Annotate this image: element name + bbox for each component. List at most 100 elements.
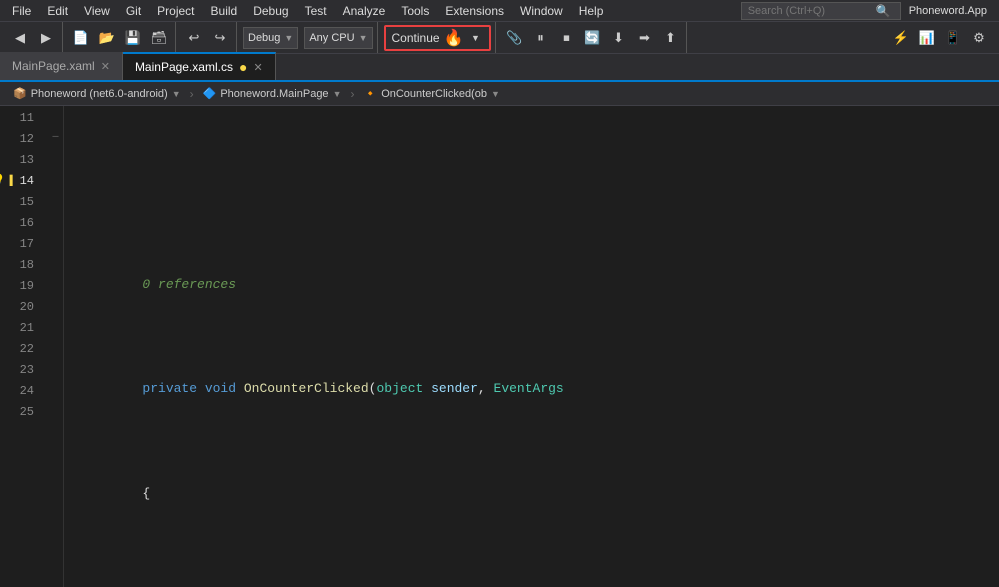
line-number-18: 18 bbox=[0, 255, 40, 276]
step-over[interactable]: ➡ bbox=[632, 26, 656, 50]
breadcrumb-project-icon: 📦 bbox=[13, 87, 27, 100]
flame-icon: 🔥 bbox=[444, 28, 464, 48]
menu-analyze[interactable]: Analyze bbox=[335, 2, 394, 20]
debug-config-arrow: ▼ bbox=[284, 33, 293, 43]
menu-test[interactable]: Test bbox=[297, 2, 335, 20]
type-eventargs: EventArgs bbox=[494, 378, 564, 399]
line-number-23: 23 bbox=[0, 360, 40, 381]
kw-private: private bbox=[80, 378, 205, 399]
save-all-button[interactable]: 🗃 bbox=[147, 26, 171, 50]
continue-dropdown-arrow[interactable]: ▼ bbox=[467, 30, 483, 46]
type-object: object bbox=[376, 378, 423, 399]
line-number-16: 16 bbox=[0, 213, 40, 234]
code-content[interactable]: 0 references private void OnCounterClick… bbox=[64, 106, 999, 587]
breadcrumb-member-label: OnCounterClicked(ob bbox=[381, 88, 487, 100]
restart-button[interactable]: 🔄 bbox=[580, 26, 604, 50]
tab-mainpage-xaml-cs-dot: ● bbox=[239, 59, 247, 75]
tab-mainpage-xaml-cs-close[interactable]: ✕ bbox=[253, 61, 262, 74]
gutter-row-24 bbox=[48, 379, 63, 400]
line-number-14: 💡 ▌ 14 bbox=[0, 171, 40, 192]
breadcrumb-sep1: › bbox=[190, 87, 194, 101]
menu-window[interactable]: Window bbox=[512, 2, 571, 20]
perf-button[interactable]: 📊 bbox=[915, 26, 939, 50]
toolbar-nav-group: ◀ ▶ bbox=[4, 22, 63, 53]
continue-button[interactable]: Continue 🔥 ▼ bbox=[384, 25, 492, 51]
search-input[interactable] bbox=[748, 5, 868, 17]
gutter-row-16 bbox=[48, 211, 63, 232]
breadcrumb-class[interactable]: 🔷 Phoneword.MainPage ▼ bbox=[196, 84, 349, 104]
gutter-row-11 bbox=[48, 106, 63, 127]
lightbulb-icon[interactable]: 💡 bbox=[0, 171, 6, 192]
menu-view[interactable]: View bbox=[76, 2, 118, 20]
back-button[interactable]: ◀ bbox=[8, 26, 32, 50]
code-line-12: private void OnCounterClicked(object sen… bbox=[80, 378, 999, 399]
gutter-row-13 bbox=[48, 148, 63, 169]
save-button[interactable]: 💾 bbox=[121, 26, 145, 50]
breadcrumb-member[interactable]: 🔸 OnCounterClicked(ob ▼ bbox=[356, 84, 506, 104]
new-file-button[interactable]: 📄 bbox=[69, 26, 93, 50]
menu-project[interactable]: Project bbox=[149, 2, 202, 20]
param-sender: sender bbox=[423, 378, 478, 399]
toolbar-continue-group: Continue 🔥 ▼ bbox=[380, 22, 497, 53]
forward-button[interactable]: ▶ bbox=[34, 26, 58, 50]
breadcrumb-project[interactable]: 📦 Phoneword (net6.0-android) ▼ bbox=[6, 84, 188, 104]
line-number-24: 24 bbox=[0, 381, 40, 402]
fn-oncounterclicked: OnCounterClicked bbox=[244, 378, 369, 399]
device-button[interactable]: 📱 bbox=[941, 26, 965, 50]
toolbar-undoredo-group: ↩ ↪ bbox=[178, 22, 237, 53]
breadcrumb-project-label: Phoneword (net6.0-android) bbox=[31, 88, 168, 100]
step-out[interactable]: ⬆ bbox=[658, 26, 682, 50]
menu-edit[interactable]: Edit bbox=[39, 2, 76, 20]
gutter-row-14 bbox=[48, 169, 63, 190]
diagnostics-button[interactable]: ⚡ bbox=[889, 26, 913, 50]
open-button[interactable]: 📂 bbox=[95, 26, 119, 50]
tabs-bar: MainPage.xaml ✕ MainPage.xaml.cs ● ✕ bbox=[0, 54, 999, 82]
toolbar: ◀ ▶ 📄 📂 💾 🗃 ↩ ↪ Debug ▼ Any CPU ▼ Contin… bbox=[0, 22, 999, 54]
cpu-dropdown[interactable]: Any CPU ▼ bbox=[304, 27, 372, 49]
search-icon: 🔍 bbox=[868, 2, 899, 20]
tab-mainpage-xaml-close[interactable]: ✕ bbox=[101, 60, 110, 73]
menu-help[interactable]: Help bbox=[571, 2, 612, 20]
settings-button[interactable]: ⚙ bbox=[967, 26, 991, 50]
menu-tools[interactable]: Tools bbox=[393, 2, 437, 20]
gutter-row-18 bbox=[48, 253, 63, 274]
punct-comma: , bbox=[478, 378, 494, 399]
menu-search-box[interactable]: 🔍 bbox=[741, 2, 901, 20]
gutter-row-25 bbox=[48, 400, 63, 421]
menu-build[interactable]: Build bbox=[203, 2, 246, 20]
menu-file[interactable]: File bbox=[4, 2, 39, 20]
undo-button[interactable]: ↩ bbox=[182, 26, 206, 50]
debug-config-dropdown[interactable]: Debug ▼ bbox=[243, 27, 298, 49]
pause-button[interactable]: ⏸ bbox=[528, 26, 552, 50]
punct-brace-open: { bbox=[80, 483, 150, 504]
gutter-row-20 bbox=[48, 295, 63, 316]
cpu-arrow: ▼ bbox=[359, 33, 368, 43]
debug-config-label: Debug bbox=[248, 32, 280, 44]
step-into[interactable]: ⬇ bbox=[606, 26, 630, 50]
gutter-row-12[interactable]: — bbox=[48, 127, 63, 148]
breadcrumb-project-arrow: ▼ bbox=[172, 89, 181, 99]
ref-comment: 0 references bbox=[80, 276, 236, 294]
app-name: Phoneword.App bbox=[901, 3, 995, 19]
line-number-22: 22 bbox=[0, 339, 40, 360]
attach-button[interactable]: 📎 bbox=[502, 26, 526, 50]
code-area: 11 12 13 💡 ▌ 14 15 16 17 18 bbox=[0, 106, 999, 587]
stop-button[interactable]: ⏹ bbox=[554, 26, 578, 50]
line-number-13: 13 bbox=[0, 150, 40, 171]
kw-void: void bbox=[205, 378, 244, 399]
line-number-21: 21 bbox=[0, 318, 40, 339]
gutter-row-15 bbox=[48, 190, 63, 211]
menu-debug[interactable]: Debug bbox=[245, 2, 296, 20]
collapse-12[interactable]: — bbox=[52, 132, 58, 143]
breadcrumb-bar: 📦 Phoneword (net6.0-android) ▼ › 🔷 Phone… bbox=[0, 82, 999, 106]
menu-git[interactable]: Git bbox=[118, 2, 149, 20]
tab-mainpage-xaml-cs[interactable]: MainPage.xaml.cs ● ✕ bbox=[123, 52, 276, 80]
bookmark-icon: ▌ bbox=[10, 171, 16, 192]
menu-bar: File Edit View Git Project Build Debug T… bbox=[0, 0, 999, 22]
menu-extensions[interactable]: Extensions bbox=[437, 2, 512, 20]
line-number-20: 20 bbox=[0, 297, 40, 318]
breadcrumb-member-icon: 🔸 bbox=[363, 87, 377, 100]
breadcrumb-member-arrow: ▼ bbox=[491, 89, 500, 99]
redo-button[interactable]: ↪ bbox=[208, 26, 232, 50]
tab-mainpage-xaml[interactable]: MainPage.xaml ✕ bbox=[0, 52, 123, 80]
